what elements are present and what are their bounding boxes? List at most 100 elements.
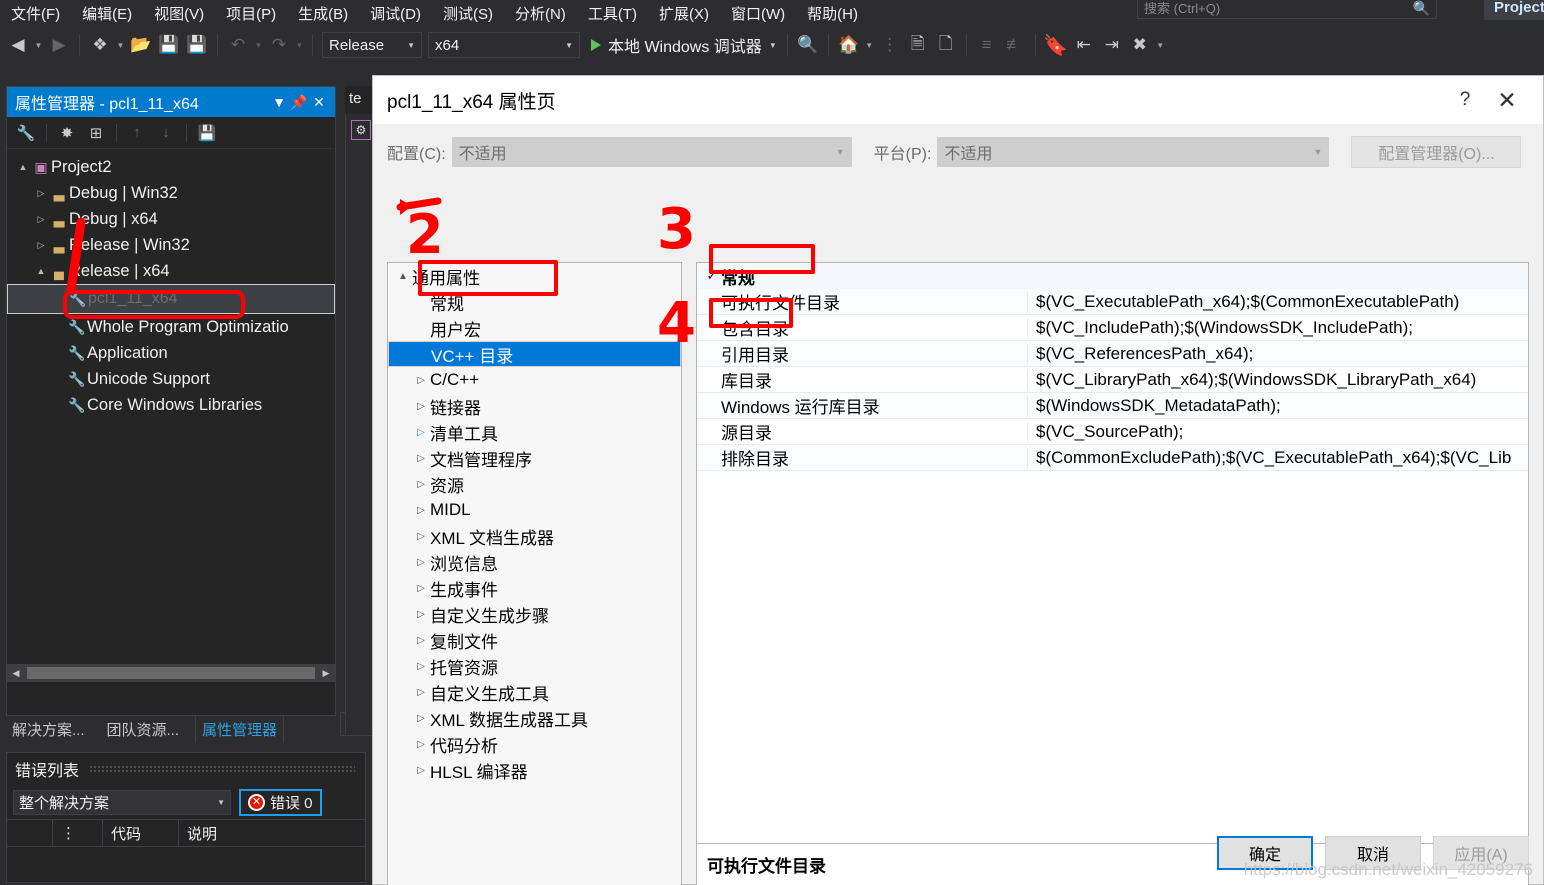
expander-icon[interactable]: ▷	[412, 427, 430, 438]
dialog-tree-item-1[interactable]: 常规	[388, 289, 681, 315]
home-dropdown-icon[interactable]: ▼	[863, 31, 876, 59]
new-item-icon[interactable]: ❖	[86, 31, 114, 59]
dialog-tree-item-11[interactable]: ▷ 浏览信息	[388, 549, 681, 575]
dialog-tree-item-13[interactable]: ▷ 自定义生成步骤	[388, 601, 681, 627]
dialog-tree-item-5[interactable]: ▷ 链接器	[388, 393, 681, 419]
bottom-tab-0[interactable]: 解决方案...	[6, 716, 91, 743]
next-bookmark-icon[interactable]: ⇥	[1098, 31, 1126, 59]
menu-item-analyze[interactable]: 分析(N)	[504, 6, 577, 24]
menu-item-extensions[interactable]: 扩展(X)	[648, 6, 720, 24]
indent-decrease-icon[interactable]: ≢	[1001, 31, 1029, 59]
dialog-tree-item-4[interactable]: ▷ C/C++	[388, 367, 681, 393]
undo-dropdown-icon[interactable]: ▼	[252, 31, 265, 59]
expander-icon[interactable]: ▷	[412, 609, 430, 620]
property-value[interactable]: $(VC_ReferencesPath_x64);	[1027, 343, 1528, 364]
dialog-tree-item-7[interactable]: ▷ 文档管理程序	[388, 445, 681, 471]
chevron-down-icon[interactable]: ▼	[769, 41, 777, 50]
navigate-back-dropdown-icon[interactable]: ▼	[32, 31, 45, 59]
pm-tree-item-4[interactable]: ▲ ▄ Release | x64	[7, 258, 335, 284]
property-row-6[interactable]: 排除目录 $(CommonExcludePath);$(VC_Executable…	[697, 445, 1528, 471]
expander-icon[interactable]: ▷	[33, 240, 49, 251]
add-new-project-sheet-icon[interactable]: ✸	[54, 121, 80, 145]
pm-tree-item-9[interactable]: 🔧 Core Windows Libraries	[7, 392, 335, 418]
dialog-tree-item-16[interactable]: ▷ 自定义生成工具	[388, 679, 681, 705]
configuration-combo[interactable]: Release ▼	[322, 32, 422, 58]
pm-tree-item-8[interactable]: 🔧 Unicode Support	[7, 366, 335, 392]
expander-icon[interactable]: ▷	[412, 557, 430, 568]
close-icon[interactable]: ✕	[1485, 87, 1529, 114]
property-value[interactable]: $(VC_IncludePath);$(WindowsSDK_IncludePa…	[1027, 317, 1528, 338]
property-manager-tree[interactable]: ▲ ▣ Project2 ▷ ▃ Debug | Win32 ▷ ▃ Debug | x64 ▷ ▃…	[7, 149, 335, 682]
dialog-tree-item-14[interactable]: ▷ 复制文件	[388, 627, 681, 653]
dialog-tree-item-6[interactable]: ▷ 清单工具	[388, 419, 681, 445]
dialog-tree-item-17[interactable]: ▷ XML 数据生成器工具	[388, 705, 681, 731]
dialog-tree-item-2[interactable]: 用户宏	[388, 315, 681, 341]
toolbar-overflow-icon[interactable]: ▼	[1154, 31, 1167, 59]
dialog-tree-item-18[interactable]: ▷ 代码分析	[388, 731, 681, 757]
editor-tab[interactable]: te	[345, 86, 373, 114]
pm-tree-item-0[interactable]: ▲ ▣ Project2	[7, 154, 335, 180]
menu-item-view[interactable]: 视图(V)	[143, 6, 215, 24]
collapse-chevron-icon[interactable]: ✓	[703, 268, 721, 284]
properties-window-icon[interactable]: 🗋	[932, 31, 960, 59]
dialog-category-tree[interactable]: ▲ 通用属性 常规 用户宏 VC++ 目录 ▷ C/C++ ▷ 链接器 ▷ 清单工具 ▷ 文档管理程序 ▷…	[387, 262, 682, 885]
undo-icon[interactable]: ↶	[224, 31, 252, 59]
previous-bookmark-icon[interactable]: ⇤	[1070, 31, 1098, 59]
dialog-tree-item-10[interactable]: ▷ XML 文档生成器	[388, 523, 681, 549]
column-code[interactable]: 代码	[103, 820, 179, 846]
property-group-header[interactable]: ✓ 常规	[697, 263, 1528, 289]
move-up-icon[interactable]: ↑	[124, 121, 150, 145]
expander-icon[interactable]: ▷	[412, 739, 430, 750]
menu-item-tools[interactable]: 工具(T)	[577, 6, 648, 24]
scroll-left-icon[interactable]: ◀	[7, 668, 25, 679]
dialog-platform-select[interactable]: 不适用 ▼	[937, 137, 1330, 167]
property-row-5[interactable]: 源目录 $(VC_SourcePath);	[697, 419, 1528, 445]
menu-item-project[interactable]: 项目(P)	[215, 6, 287, 24]
expander-icon[interactable]: ▲	[15, 162, 31, 172]
platform-combo[interactable]: x64 ▼	[428, 32, 580, 58]
indent-increase-icon[interactable]: ≡	[973, 31, 1001, 59]
scope-combo[interactable]: 整个解决方案 ▼	[13, 789, 231, 815]
save-icon[interactable]: 💾	[155, 31, 183, 59]
pm-tree-item-6[interactable]: 🔧 Whole Program Optimizatio	[7, 314, 335, 340]
chevron-down-icon[interactable]: ▼	[269, 94, 289, 110]
expander-icon[interactable]: ▷	[412, 687, 430, 698]
dialog-tree-item-8[interactable]: ▷ 资源	[388, 471, 681, 497]
pm-tree-item-2[interactable]: ▷ ▃ Debug | x64	[7, 206, 335, 232]
solution-explorer-icon[interactable]: 🗎	[904, 31, 932, 59]
expander-icon[interactable]: ▷	[412, 375, 430, 386]
navigate-forward-icon[interactable]: ▶	[45, 31, 73, 59]
bookmark-icon[interactable]: 🔖	[1042, 31, 1070, 59]
dialog-tree-item-0[interactable]: ▲ 通用属性	[388, 263, 681, 289]
property-row-1[interactable]: 包含目录 $(VC_IncludePath);$(WindowsSDK_Inclu…	[697, 315, 1528, 341]
search-box[interactable]: 搜索 (Ctrl+Q) 🔍	[1137, 0, 1437, 19]
help-icon[interactable]: ?	[1445, 89, 1485, 111]
pm-tree-item-5[interactable]: 🔧 pcl1_11_x64	[7, 284, 335, 314]
expander-icon[interactable]: ▷	[412, 583, 430, 594]
navigate-back-icon[interactable]: ◀	[4, 31, 32, 59]
pm-tree-item-3[interactable]: ▷ ▃ Release | Win32	[7, 232, 335, 258]
property-row-3[interactable]: 库目录 $(VC_LibraryPath_x64);$(WindowsSDK_Li…	[697, 367, 1528, 393]
expander-icon[interactable]: ▷	[33, 188, 49, 199]
toolbox-icon[interactable]: ⚙	[351, 120, 371, 140]
expander-icon[interactable]: ▷	[412, 479, 430, 490]
property-value[interactable]: $(WindowsSDK_MetadataPath);	[1027, 395, 1528, 416]
add-existing-sheet-icon[interactable]: ⊞	[83, 121, 109, 145]
pm-tree-item-1[interactable]: ▷ ▃ Debug | Win32	[7, 180, 335, 206]
redo-dropdown-icon[interactable]: ▼	[293, 31, 306, 59]
start-debug-button[interactable]: 本地 Windows 调试器 ▼	[583, 31, 781, 59]
expander-icon[interactable]: ▷	[33, 214, 49, 225]
expander-icon[interactable]: ▷	[412, 713, 430, 724]
dialog-tree-item-9[interactable]: ▷ MIDL	[388, 497, 681, 523]
property-value[interactable]: $(CommonExcludePath);$(VC_ExecutablePath…	[1027, 447, 1528, 468]
dialog-tree-item-15[interactable]: ▷ 托管资源	[388, 653, 681, 679]
expander-icon[interactable]: ▷	[412, 453, 430, 464]
scroll-right-icon[interactable]: ▶	[317, 668, 335, 679]
expander-icon[interactable]: ▲	[394, 271, 412, 282]
property-row-2[interactable]: 引用目录 $(VC_ReferencesPath_x64);	[697, 341, 1528, 367]
open-file-icon[interactable]: 📂	[127, 31, 155, 59]
menu-item-file[interactable]: 文件(F)	[0, 6, 71, 24]
menu-item-help[interactable]: 帮助(H)	[796, 6, 869, 24]
expander-icon[interactable]: ▷	[412, 531, 430, 542]
pm-tree-item-7[interactable]: 🔧 Application	[7, 340, 335, 366]
